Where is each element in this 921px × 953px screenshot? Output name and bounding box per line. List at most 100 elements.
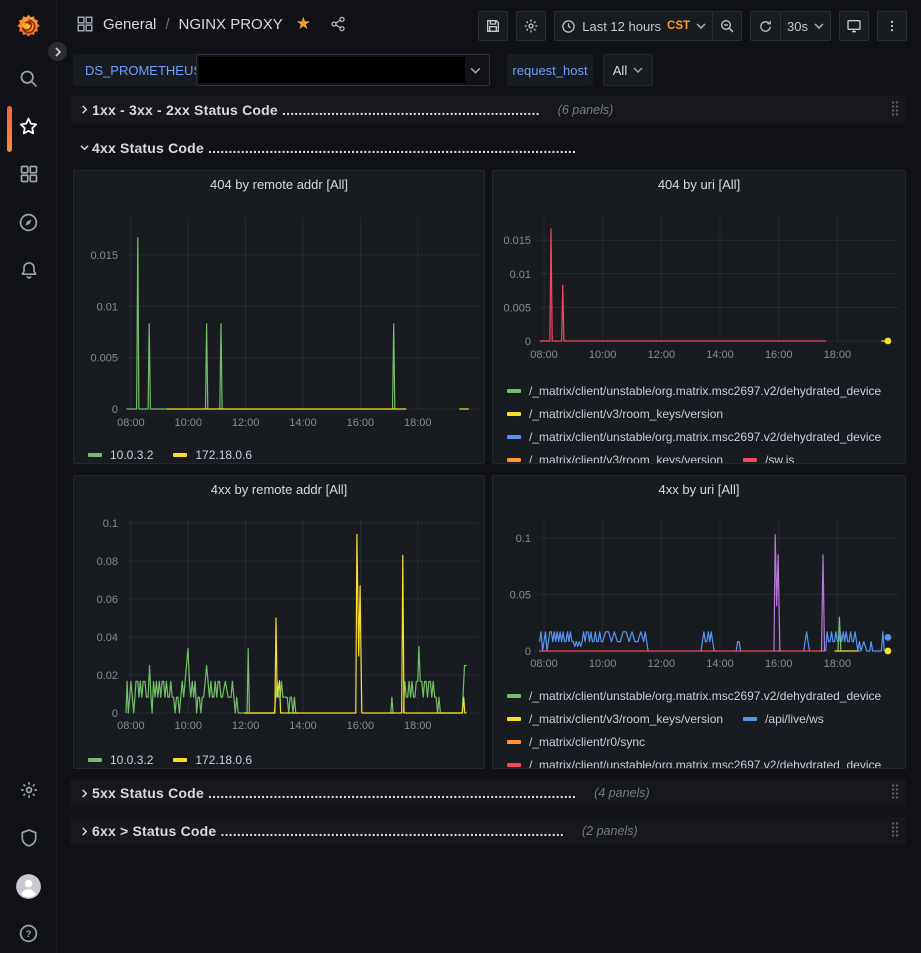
breadcrumb-separator: / [165, 16, 169, 33]
dashboard-settings-button[interactable] [516, 11, 546, 41]
y-axis-tick-label: 0.08 [97, 556, 118, 568]
timeseries-chart[interactable]: 00.0050.010.01508:0010:0012:0014:0016:00… [74, 197, 484, 437]
datasource-select[interactable] [196, 54, 490, 86]
legend-item[interactable]: /_matrix/client/unstable/org.matrix.msc2… [507, 753, 881, 768]
x-axis-tick-label: 10:00 [174, 720, 202, 732]
sidebar-item-profile[interactable] [0, 866, 57, 906]
legend-item[interactable]: /_matrix/client/v3/room_keys/version [507, 707, 723, 730]
row-drag-handle[interactable] [890, 783, 900, 804]
grafana-logo[interactable] [0, 10, 57, 42]
request-host-select[interactable]: All [603, 54, 653, 86]
chevron-right-icon [76, 105, 92, 114]
legend-series-color [507, 458, 521, 462]
gear-icon [19, 780, 39, 800]
legend-series-label: /_matrix/client/v3/room_keys/version [529, 453, 723, 463]
legend-item[interactable]: 172.18.0.6 [173, 443, 252, 463]
save-dashboard-button[interactable] [478, 11, 508, 41]
dashboard-toolbar: Last 12 hours CST 30s [478, 11, 907, 41]
sidebar-item-help[interactable]: ? [0, 913, 57, 953]
kebab-icon [885, 18, 899, 34]
series-point [885, 648, 892, 655]
favorite-star-icon[interactable]: ★ [296, 14, 311, 34]
legend-series-color [88, 758, 102, 762]
chart-svg: 00.020.040.060.080.108:0010:0012:0014:00… [74, 502, 484, 737]
refresh-interval-picker[interactable]: 30s [780, 11, 831, 41]
legend-item[interactable]: /_matrix/client/unstable/org.matrix.msc2… [507, 425, 881, 448]
sidebar-item-explore[interactable] [0, 202, 57, 242]
row-title: 6xx > Status Code ......................… [92, 823, 564, 839]
legend-item[interactable]: /_matrix/client/v3/room_keys/version [507, 402, 723, 425]
row-drag-handle[interactable] [890, 99, 900, 120]
legend-series-color [507, 740, 521, 744]
row-5xx[interactable]: 5xx Status Code ........................… [70, 779, 906, 807]
x-axis-tick-label: 14:00 [706, 349, 734, 361]
legend-series-color [88, 453, 102, 457]
share-icon[interactable] [330, 16, 346, 32]
timezone-label: CST [667, 20, 690, 32]
series-line [220, 324, 222, 409]
x-axis-tick-label: 12:00 [648, 349, 676, 361]
y-axis-tick-label: 0.015 [90, 250, 118, 262]
legend-item[interactable]: /_matrix/client/unstable/org.matrix.msc2… [507, 379, 881, 402]
sidebar-item-configuration[interactable] [0, 770, 57, 810]
chart-svg: 00.0050.010.01508:0010:0012:0014:0016:00… [493, 198, 905, 368]
panel-title[interactable]: 4xx by remote addr [All] [74, 476, 484, 502]
cycle-view-mode-button[interactable] [839, 11, 869, 41]
y-axis-tick-label: 0.01 [510, 269, 531, 281]
sidebar-item-dashboards[interactable] [0, 154, 57, 194]
redacted-datasource-value [199, 57, 465, 83]
row-1xx-3xx-2xx[interactable]: 1xx - 3xx - 2xx Status Code ............… [70, 96, 906, 123]
row-panel-count: (6 panels) [558, 103, 614, 117]
kebab-menu-button[interactable] [877, 11, 907, 41]
series-point [885, 634, 892, 641]
timeseries-chart[interactable]: 00.050.108:0010:0012:0014:0016:0018:00 [493, 503, 905, 678]
panel-title[interactable]: 4xx by uri [All] [493, 476, 905, 503]
panel-legend: 10.0.3.2 172.18.0.6 [74, 437, 484, 463]
sidebar-expand-button[interactable] [45, 39, 70, 64]
chevron-right-icon [76, 827, 92, 836]
legend-series-color [507, 694, 521, 698]
refresh-button[interactable] [750, 11, 780, 41]
legend-item[interactable]: /_matrix/client/v3/room_keys/version [507, 448, 723, 463]
legend-item[interactable]: /api/live/ws [743, 707, 824, 730]
x-axis-tick-label: 12:00 [232, 720, 260, 732]
legend-item[interactable]: /sw.js [743, 448, 794, 463]
legend-item[interactable]: /_matrix/client/unstable/org.matrix.msc2… [507, 684, 881, 707]
timeseries-chart[interactable]: 00.0050.010.01508:0010:0012:0014:0016:00… [493, 198, 905, 373]
panel-title[interactable]: 404 by uri [All] [493, 171, 905, 198]
x-axis-tick-label: 16:00 [347, 720, 375, 732]
panel-404-by-uri: 404 by uri [All] 00.0050.010.01508:0010:… [492, 170, 906, 464]
avatar [15, 873, 42, 900]
sidebar-item-server-admin[interactable] [0, 818, 57, 858]
timeseries-chart[interactable]: 00.020.040.060.080.108:0010:0012:0014:00… [74, 502, 484, 742]
time-range-picker[interactable]: Last 12 hours CST [554, 11, 712, 41]
variable-label-ds-prometheus[interactable]: DS_PROMETHEUS [73, 54, 214, 86]
legend-item[interactable]: 10.0.3.2 [88, 443, 153, 463]
series-line [826, 632, 885, 651]
panel-404-by-remote-addr: 404 by remote addr [All] 00.0050.010.015… [73, 170, 485, 464]
x-axis-tick-label: 16:00 [347, 417, 375, 429]
legend-item[interactable]: /_matrix/client/r0/sync [507, 730, 645, 753]
variable-label-request-host[interactable]: request_host [507, 54, 593, 86]
legend-item[interactable]: 10.0.3.2 [88, 748, 153, 768]
row-4xx[interactable]: 4xx Status Code ........................… [70, 134, 906, 161]
zoom-out-time-button[interactable] [712, 11, 742, 41]
legend-series-color [507, 717, 521, 721]
sidebar-item-alerting[interactable] [0, 250, 57, 290]
panel-title[interactable]: 404 by remote addr [All] [74, 171, 484, 197]
breadcrumb-section[interactable]: General [103, 16, 156, 33]
compass-icon [18, 212, 39, 233]
chart-svg: 00.050.108:0010:0012:0014:0016:0018:00 [493, 503, 905, 673]
legend-item[interactable]: 172.18.0.6 [173, 748, 252, 768]
legend-series-color [743, 717, 757, 721]
legend-series-label: /_matrix/client/v3/room_keys/version [529, 712, 723, 726]
legend-series-color [507, 389, 521, 393]
chevron-right-icon [53, 47, 63, 57]
sidebar-item-starred[interactable] [0, 106, 57, 146]
row-drag-handle[interactable] [890, 821, 900, 842]
sidebar-item-search[interactable] [0, 58, 57, 98]
y-axis-tick-label: 0 [112, 708, 118, 720]
x-axis-tick-label: 12:00 [232, 417, 260, 429]
row-6xx[interactable]: 6xx > Status Code ......................… [70, 817, 906, 845]
row-panel-count: (2 panels) [582, 824, 638, 838]
